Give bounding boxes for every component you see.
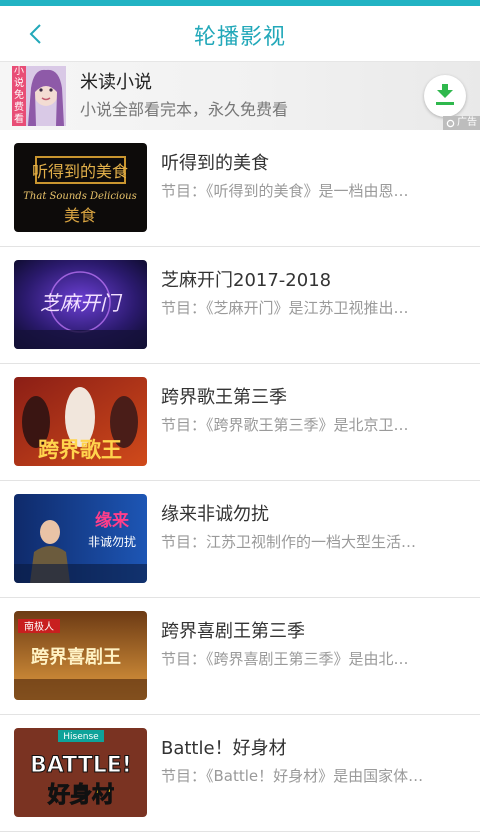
program-thumbnail: 听得到的美食 That Sounds Delicious 美食 [14, 143, 147, 232]
ad-banner[interactable]: 小说免费看 米读小说 小说全部看完本，永久免费看 广告 [0, 62, 480, 131]
program-thumbnail: 跨界歌王 [14, 377, 147, 466]
list-item[interactable]: 跨界歌王 跨界歌王第三季 节目：《跨界歌王第三季》是北京卫… [0, 364, 480, 481]
ad-vertical-tag: 小说免费看 [12, 66, 26, 126]
list-item[interactable]: Hisense BATTLE! 好身材 Battle！好身材 节目：《Battl… [0, 715, 480, 832]
thumb-title: 跨界歌王 [38, 438, 122, 462]
program-desc: 节目：江苏卫视制作的一档大型生活… [161, 533, 417, 551]
thumb-title: 跨界喜剧王 [31, 647, 121, 668]
program-thumbnail: 缘来 非诚勿扰 [14, 494, 147, 583]
program-desc: 节目：《芝麻开门》是江苏卫视推出… [161, 299, 409, 317]
program-name: 跨界喜剧王第三季 [161, 621, 305, 642]
program-name: 芝麻开门2017-2018 [161, 270, 332, 291]
header-bar: 轮播影视 [0, 6, 480, 62]
ad-mark-label: 广告 [457, 117, 477, 128]
program-desc: 节目：《跨界歌王第三季》是北京卫… [161, 416, 409, 434]
thumb-title: 芝麻开门 [40, 291, 123, 315]
program-name: 跨界歌王第三季 [161, 387, 287, 408]
program-thumbnail: 芝麻开门 [14, 260, 147, 349]
thumb-subtitle: 南极人 [24, 620, 54, 633]
download-button[interactable] [424, 75, 466, 117]
program-desc: 节目：《跨界喜剧王第三季》是由北… [161, 650, 409, 668]
program-name: Battle！好身材 [161, 738, 287, 759]
program-desc: 节目：《Battle！好身材》是由国家体… [161, 767, 424, 785]
list-item[interactable]: 缘来 非诚勿扰 缘来非诚勿扰 节目：江苏卫视制作的一档大型生活… [0, 481, 480, 598]
thumb-subtitle: That Sounds Delicious [23, 191, 136, 202]
download-icon [436, 84, 454, 105]
ad-title: 米读小说 [80, 72, 152, 93]
thumb-logo: Hisense [63, 732, 99, 742]
thumb-title: 缘来 [95, 510, 130, 531]
thumb-title: 好身材 [47, 782, 114, 808]
thumb-title: 听得到的美食 [32, 162, 128, 181]
program-thumbnail: 南极人 跨界喜剧王 [14, 611, 147, 700]
program-name: 听得到的美食 [161, 153, 269, 174]
list-item[interactable]: 听得到的美食 That Sounds Delicious 美食 听得到的美食 节… [0, 130, 480, 247]
svg-text:美食: 美食 [64, 206, 96, 225]
page-title: 轮播影视 [193, 25, 286, 50]
thumb-subtitle: BATTLE! [30, 753, 132, 778]
program-list: 听得到的美食 That Sounds Delicious 美食 听得到的美食 节… [0, 130, 480, 832]
ad-avatar-image [26, 66, 66, 126]
list-item[interactable]: 南极人 跨界喜剧王 跨界喜剧王第三季 节目：《跨界喜剧王第三季》是由北… [0, 598, 480, 715]
thumb-subtitle: 非诚勿扰 [88, 535, 136, 549]
program-desc: 节目：《听得到的美食》是一档由恩… [161, 182, 409, 200]
program-thumbnail: Hisense BATTLE! 好身材 [14, 728, 147, 817]
ad-subtitle: 小说全部看完本，永久免费看 [80, 100, 289, 119]
refresh-icon [446, 119, 455, 127]
ad-mark: 广告 [443, 116, 480, 130]
list-item[interactable]: 芝麻开门 芝麻开门2017-2018 节目：《芝麻开门》是江苏卫视推出… [0, 247, 480, 364]
program-name: 缘来非诚勿扰 [161, 504, 269, 525]
